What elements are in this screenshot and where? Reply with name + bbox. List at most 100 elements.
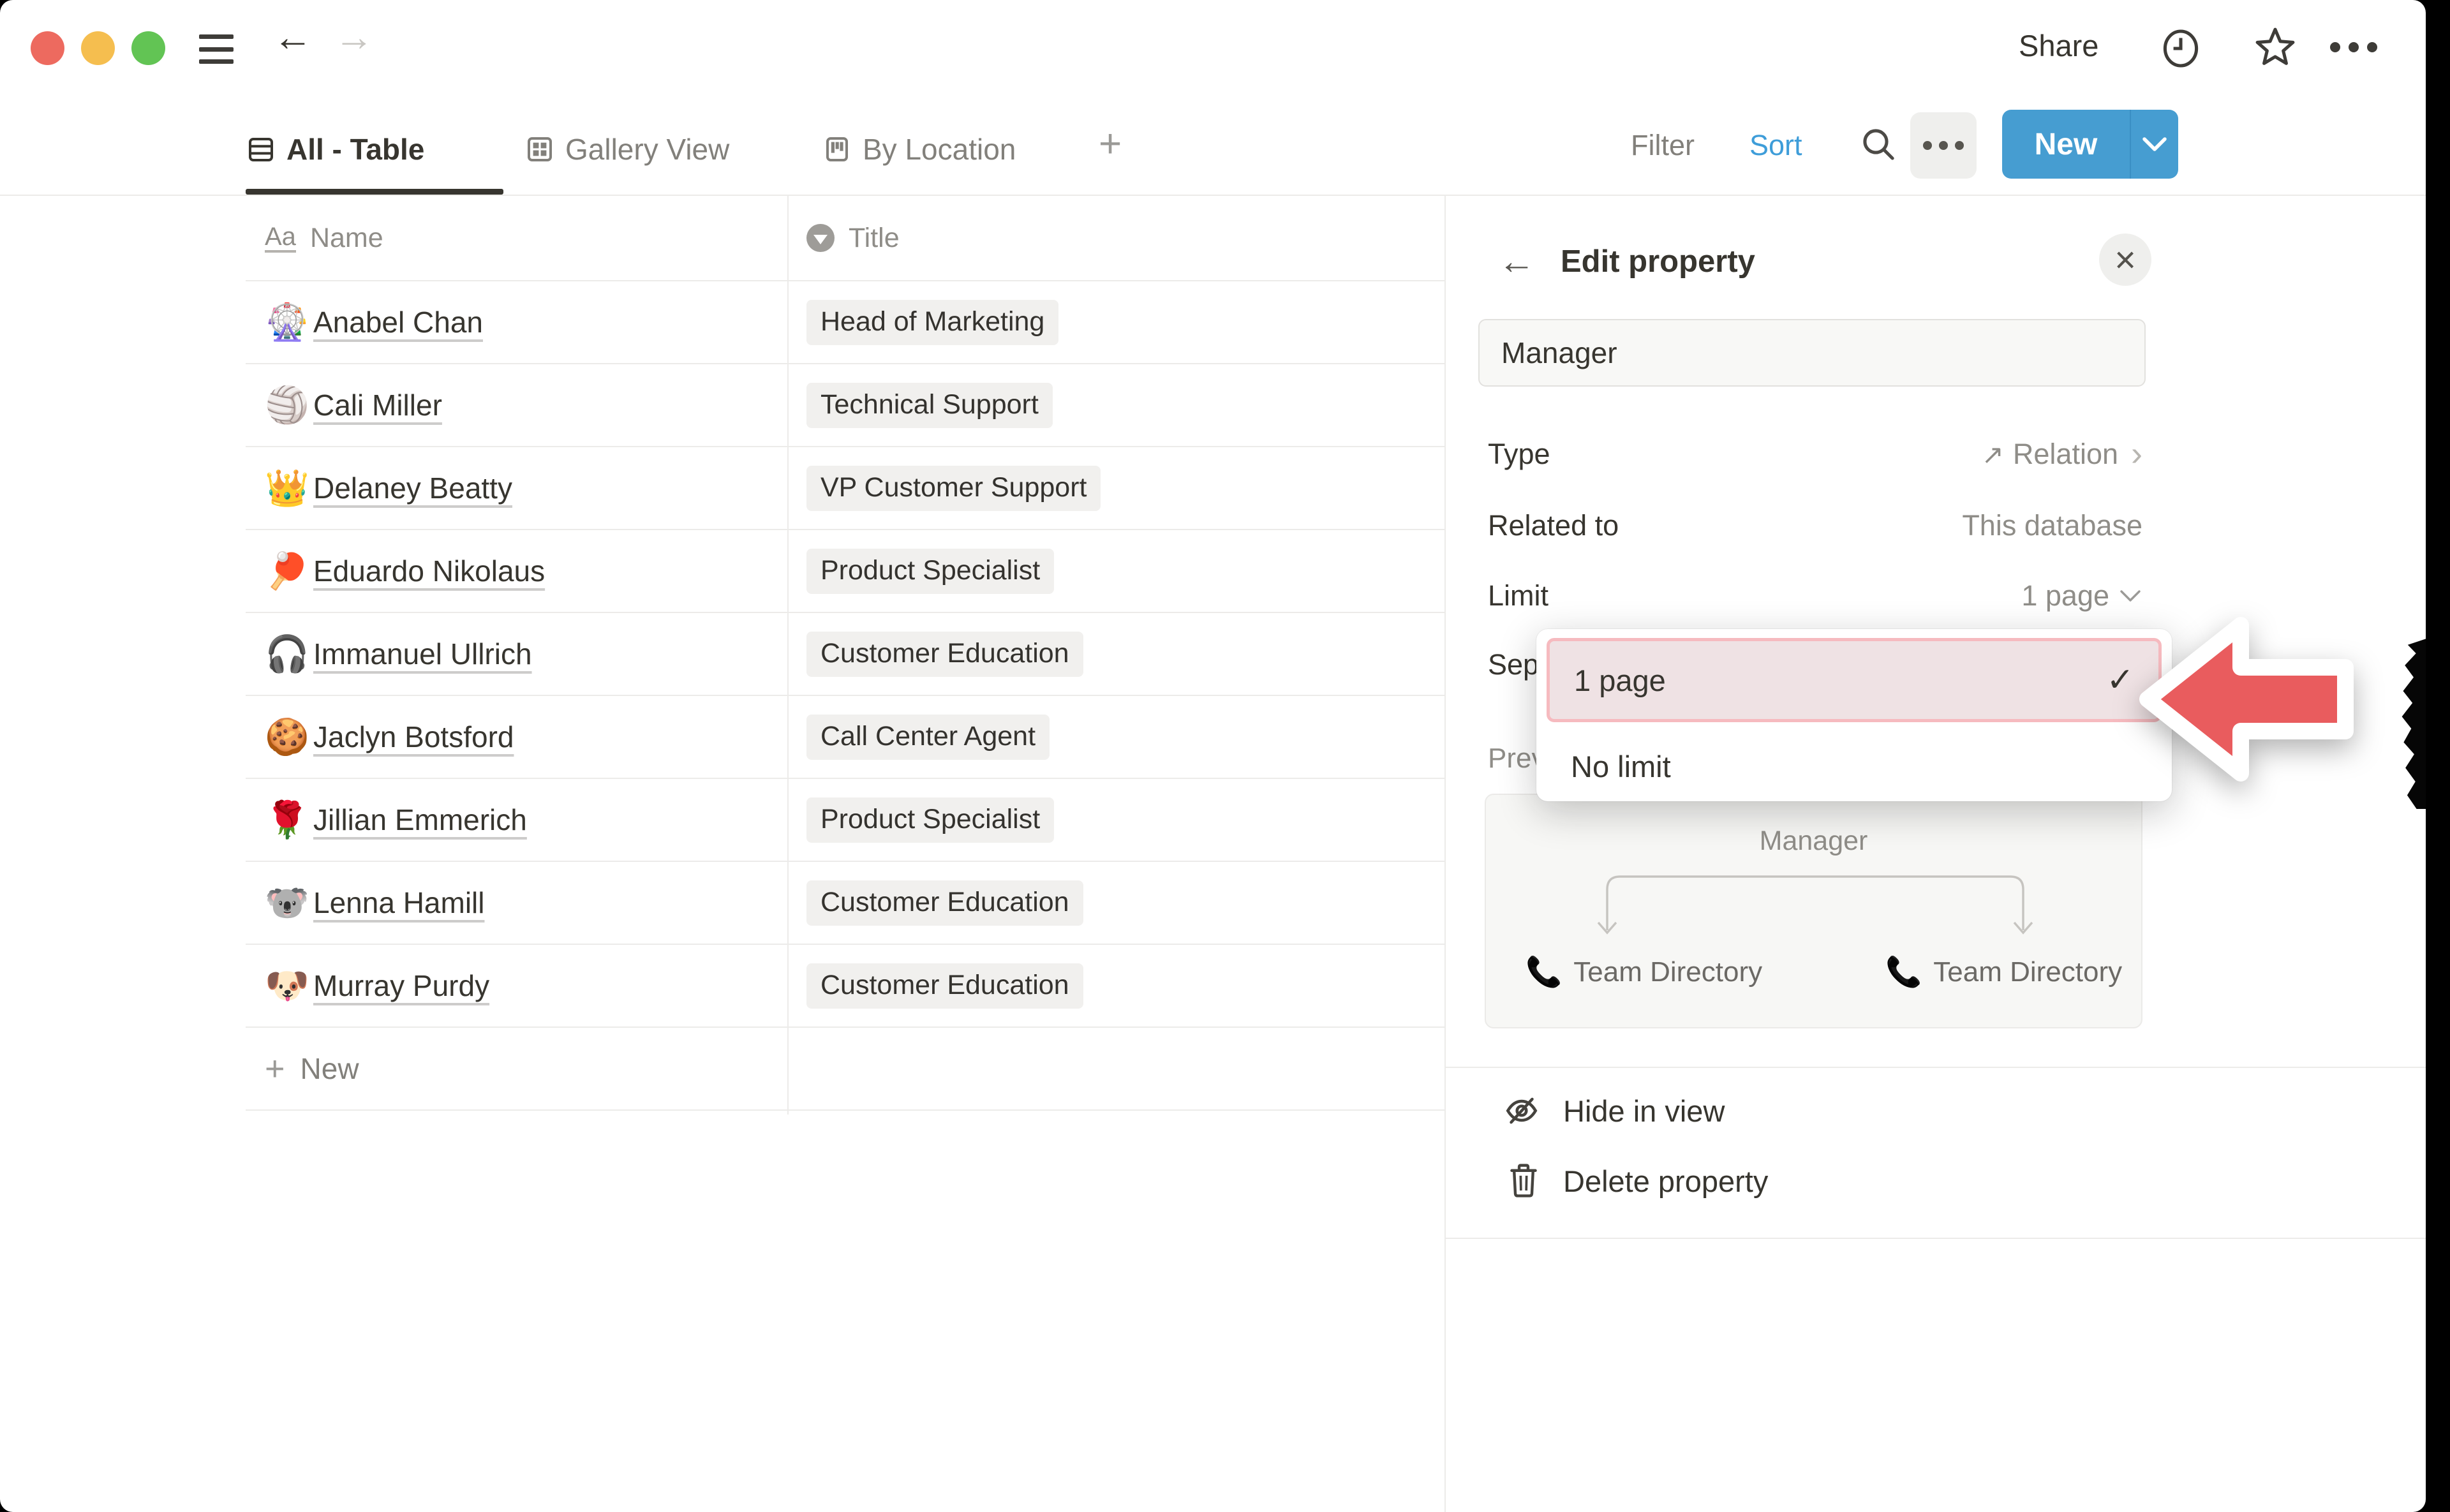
favorite-star-icon[interactable] [2251, 23, 2299, 71]
back-arrow-icon[interactable]: ← [273, 18, 313, 57]
page-emoji: 🌹 [265, 799, 313, 841]
property-row-related-to[interactable]: Related to This database [1488, 508, 2142, 544]
title-tag[interactable]: Call Center Agent [806, 715, 1050, 760]
page-emoji: 🐶 [265, 965, 313, 1007]
table-row: 🍪Jaclyn Botsford Call Center Agent [246, 696, 1444, 779]
page-link[interactable]: Cali Miller [313, 388, 442, 422]
tab-gallery-view[interactable]: Gallery View [524, 120, 729, 179]
title-tag[interactable]: Technical Support [806, 383, 1053, 428]
share-button[interactable]: Share [2019, 28, 2098, 63]
table-row: 👑Delaney Beatty VP Customer Support [246, 447, 1444, 530]
table-header-row: Aa Name Title [246, 196, 1444, 281]
page-link[interactable]: Murray Purdy [313, 968, 489, 1003]
sort-button[interactable]: Sort [1749, 129, 1802, 162]
title-tag[interactable]: Customer Education [806, 963, 1083, 1009]
filter-button[interactable]: Filter [1631, 129, 1695, 162]
new-dropdown-chevron[interactable] [2131, 110, 2178, 179]
relation-preview-box: Manager 📞 Team Directory 📞 Team Director… [1485, 794, 2142, 1028]
gallery-view-icon [524, 134, 555, 165]
page-link[interactable]: Immanuel Ullrich [313, 637, 532, 671]
relation-bracket-lines [1596, 870, 2035, 944]
table-row: 🏓Eduardo Nikolaus Product Specialist [246, 530, 1444, 613]
title-property-icon: Aa [265, 223, 296, 253]
preview-child-page: 📞 Team Directory [1885, 954, 2122, 989]
trash-icon [1507, 1162, 1540, 1199]
table-row: 🎡Anabel Chan Head of Marketing [246, 281, 1444, 364]
app-window: ← → Share All - Table Gallery View [0, 0, 2426, 1512]
relation-arrow-icon: ↗ [1982, 439, 2004, 470]
close-window-button[interactable] [31, 31, 64, 65]
minimize-window-button[interactable] [81, 31, 115, 65]
panel-divider [1444, 196, 1446, 1512]
title-tag[interactable]: Product Specialist [806, 797, 1054, 843]
tab-by-location[interactable]: By Location [822, 120, 1016, 179]
page-emoji: 🍪 [265, 716, 313, 758]
property-row-limit[interactable]: Limit 1 page [1488, 578, 2142, 614]
page-link[interactable]: Eduardo Nikolaus [313, 554, 545, 588]
chevron-down-icon [2118, 588, 2142, 604]
panel-section-divider [1444, 1067, 2426, 1068]
page-emoji: 🎧 [265, 633, 313, 675]
dropdown-option-1-page[interactable]: 1 page ✓ [1547, 638, 2162, 722]
annotation-arrow-left-icon [2137, 602, 2359, 796]
page-emoji: 👑 [265, 467, 313, 509]
panel-title: Edit property [1561, 244, 1755, 279]
table-row: 🎧Immanuel Ullrich Customer Education [246, 613, 1444, 696]
preview-child-page: 📞 Team Directory [1526, 954, 1762, 989]
sidebar-menu-icon[interactable] [199, 34, 234, 64]
page-link[interactable]: Lenna Hamill [313, 886, 484, 920]
table-row: 🏐Cali Miller Technical Support [246, 364, 1444, 447]
check-icon: ✓ [2106, 661, 2134, 699]
chevron-right-icon: › [2131, 440, 2142, 468]
database-table: Aa Name Title 🎡Anabel Chan Head of Marke… [246, 196, 1444, 1111]
tab-all-table[interactable]: All - Table [246, 120, 424, 179]
property-name-input[interactable] [1478, 319, 2146, 387]
page-link[interactable]: Jillian Emmerich [313, 803, 527, 837]
plus-icon: + [265, 1049, 285, 1088]
updates-clock-icon[interactable] [2158, 26, 2204, 71]
tab-label: All - Table [286, 132, 424, 167]
title-tag[interactable]: Customer Education [806, 632, 1083, 677]
page-emoji: 🏐 [265, 384, 313, 426]
add-row-button[interactable]: + New [246, 1028, 1444, 1111]
preview-parent-label: Manager [1486, 826, 2141, 857]
board-view-icon [822, 134, 852, 165]
hide-in-view-button[interactable]: Hide in view [1503, 1092, 1725, 1129]
table-row: 🐶Murray Purdy Customer Education [246, 945, 1444, 1028]
tab-label: By Location [863, 132, 1016, 167]
limit-dropdown-menu: 1 page ✓ No limit [1536, 629, 2172, 801]
page-emoji: 🏓 [265, 550, 313, 592]
tab-label: Gallery View [565, 132, 729, 167]
phone-icon: 📞 [1526, 954, 1562, 989]
column-header-name[interactable]: Aa Name [246, 196, 787, 280]
forward-arrow-icon[interactable]: → [334, 18, 374, 57]
title-tag[interactable]: Product Specialist [806, 549, 1054, 594]
delete-property-button[interactable]: Delete property [1507, 1162, 1768, 1199]
page-emoji: 🎡 [265, 301, 313, 343]
panel-back-arrow-icon[interactable]: ← [1498, 240, 1535, 283]
separate-label-clipped: Sep [1488, 648, 1539, 681]
phone-icon: 📞 [1885, 954, 1922, 989]
chevron-down-icon [2141, 135, 2169, 153]
add-view-button[interactable]: + [1099, 121, 1122, 167]
title-tag[interactable]: Customer Education [806, 880, 1083, 926]
search-icon[interactable] [1858, 124, 1899, 165]
new-button-label[interactable]: New [2002, 110, 2130, 179]
view-settings-ellipsis-button[interactable] [1910, 112, 1977, 179]
zoom-window-button[interactable] [131, 31, 165, 65]
column-header-title[interactable]: Title [787, 196, 1444, 280]
page-link[interactable]: Jaclyn Botsford [313, 720, 514, 754]
table-row: 🐨Lenna Hamill Customer Education [246, 862, 1444, 945]
title-tag[interactable]: Head of Marketing [806, 300, 1058, 345]
table-view-icon [246, 134, 276, 165]
more-options-icon[interactable] [2330, 42, 2377, 52]
panel-close-button[interactable]: × [2099, 233, 2151, 286]
torn-edge-artifact [2399, 638, 2426, 809]
property-row-type[interactable]: Type ↗ Relation › [1488, 436, 2142, 472]
title-tag[interactable]: VP Customer Support [806, 466, 1101, 511]
select-property-icon [806, 224, 835, 252]
page-link[interactable]: Delaney Beatty [313, 471, 512, 505]
page-link[interactable]: Anabel Chan [313, 305, 483, 339]
new-button[interactable]: New [2002, 110, 2178, 179]
dropdown-option-no-limit[interactable]: No limit [1571, 739, 1671, 794]
